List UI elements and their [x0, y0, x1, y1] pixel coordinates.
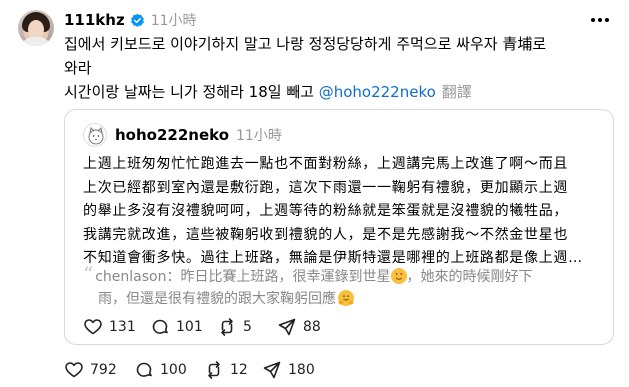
post-text-line: 집에서 키보드로 이야기하지 말고 나랑 정정당당하게 주먹으로 싸우자 青埔로	[64, 35, 547, 53]
translate-button[interactable]: 翻譯	[442, 83, 472, 101]
share-icon	[278, 318, 296, 336]
reply-text: 雨，但還是很有禮貌的跟大家鞠躬回應	[98, 291, 336, 307]
post-body: 집에서 키보드로 이야기하지 말고 나랑 정정당당하게 주먹으로 싸우자 青埔로…	[64, 32, 614, 104]
author-avatar[interactable]	[18, 10, 54, 46]
post-text-line: 와라	[64, 59, 92, 77]
reply-text: ，她來的時候剛好下	[406, 269, 533, 285]
verified-badge-icon	[130, 13, 144, 27]
heart-icon	[84, 319, 102, 335]
reply-preview-line: “chenlason：昨日比賽上班路，很幸運錄到世星 ，她來的時候剛好下	[83, 262, 533, 286]
quoted-like-button[interactable]: 131	[83, 316, 150, 338]
quoted-repost-button[interactable]: 5	[217, 316, 277, 338]
share-count: 180	[288, 362, 315, 378]
quote-mark-icon: “	[83, 262, 94, 286]
repost-button[interactable]: 12	[204, 359, 262, 381]
quoted-action-bar: 131 101 5 88	[83, 316, 337, 338]
post-header: 111khz 11小時	[64, 9, 197, 31]
hugging-emoji-icon	[338, 290, 354, 306]
smiling-hearts-emoji-icon	[390, 268, 407, 284]
reply-count: 100	[160, 362, 187, 378]
quoted-reply-count: 101	[176, 319, 203, 335]
reply-text: 昨日比賽上班路，很幸運錄到世星	[180, 269, 391, 285]
quoted-share-button[interactable]: 88	[277, 316, 337, 338]
quoted-text-line: 的舉止多沒有沒禮貌呵呵，上週等待的粉絲就是笨蛋就是沒禮貌的犧牲品，	[83, 203, 569, 219]
avatar-body	[21, 37, 51, 46]
repost-icon	[208, 361, 220, 379]
reply-author: chenlason	[95, 269, 167, 285]
mention-link[interactable]: @hoho222neko	[319, 83, 436, 101]
like-count: 792	[90, 362, 117, 378]
comment-icon	[136, 362, 152, 377]
quoted-repost-count: 5	[243, 319, 252, 335]
quoted-time[interactable]: 11小時	[236, 125, 282, 145]
quoted-username[interactable]: hoho222neko	[115, 126, 229, 144]
quoted-like-count: 131	[109, 319, 136, 335]
cat-face-icon	[88, 126, 104, 145]
more-dots-icon[interactable]	[589, 10, 611, 30]
quoted-text-line: 上次已經都到室內還是敷衍跑，這次下雨還一一鞠躬有禮貌，更加顯示上週	[83, 179, 569, 196]
reply-preview-line: 雨，但還是很有禮貌的跟大家鞠躬回應	[83, 288, 603, 310]
quoted-reply-button[interactable]: 101	[150, 316, 217, 338]
comment-icon	[152, 319, 168, 334]
reply-preview[interactable]: “chenlason：昨日比賽上班路，很幸運錄到世星 ，她來的時候剛好下 雨，但還…	[83, 263, 603, 310]
reply-button[interactable]: 100	[134, 359, 204, 381]
repost-icon	[221, 318, 233, 336]
post-time[interactable]: 11小時	[151, 10, 197, 30]
post-text-line: 시간이랑 날짜는 니가 정해라 18일 빼고	[64, 83, 314, 101]
like-button[interactable]: 792	[64, 359, 134, 381]
post-text-line-with-mention: 시간이랑 날짜는 니가 정해라 18일 빼고 @hoho222neko 翻譯	[64, 80, 614, 104]
quoted-text-line: 我講完就改進，這些被鞠躬收到禮貌的人，是不是先感謝我～不然金世星也	[83, 226, 569, 243]
quoted-share-count: 88	[303, 319, 321, 335]
quoted-text-line: 上週上班匆匆忙忙跑進去一點也不面對粉絲，上週講完馬上改進了啊～而且	[83, 156, 569, 172]
author-username[interactable]: 111khz	[64, 11, 125, 29]
post-action-bar: 792 100 12 180	[64, 359, 322, 381]
repost-count: 12	[230, 362, 248, 378]
heart-icon	[65, 362, 83, 378]
quoted-author-avatar[interactable]	[83, 123, 107, 147]
quoted-post[interactable]: hoho222neko 11小時 上週上班匆匆忙忙跑進去一點也不面對粉絲，上週講…	[64, 109, 614, 345]
share-button[interactable]: 180	[262, 359, 322, 381]
quoted-header: hoho222neko 11小時	[115, 124, 282, 146]
quoted-body: 上週上班匆匆忙忙跑進去一點也不面對粉絲，上週講完馬上改進了啊～而且 上次已經都到…	[83, 153, 603, 271]
share-icon	[263, 361, 281, 379]
